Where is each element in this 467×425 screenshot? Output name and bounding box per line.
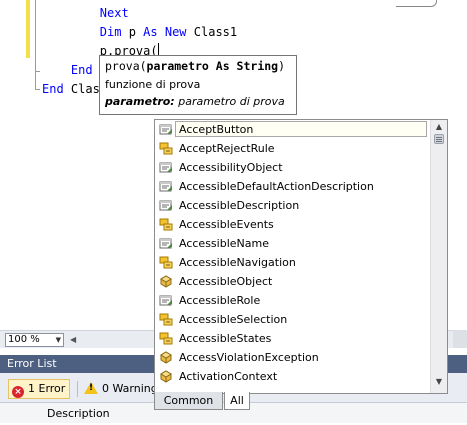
property-icon bbox=[159, 238, 172, 249]
completion-item[interactable]: AcceptButton bbox=[155, 120, 431, 139]
intellisense-completion-list[interactable]: AcceptButton AcceptRejectRule Accessibilit… bbox=[154, 119, 448, 394]
error-icon: × bbox=[12, 386, 24, 398]
completion-item[interactable]: ActivationContext bbox=[155, 367, 431, 386]
code-text: Clas bbox=[63, 82, 100, 96]
tooltip-description: funzione di prova bbox=[105, 78, 201, 91]
class-icon bbox=[160, 370, 172, 383]
chevron-down-icon: ▼ bbox=[55, 336, 61, 344]
scrollbar-corner bbox=[453, 330, 467, 348]
completion-item-label: AccessibleDefaultActionDescription bbox=[179, 180, 374, 193]
warnings-filter-button[interactable]: 0 Warning bbox=[84, 379, 158, 399]
toolbar-separator bbox=[77, 381, 78, 397]
completion-item[interactable]: AccessibleDefaultActionDescription bbox=[155, 177, 431, 196]
completion-item-label: AccessibleStates bbox=[179, 332, 272, 345]
completion-item-label: AccessibleDescription bbox=[179, 199, 300, 212]
outline-fold-end bbox=[35, 89, 40, 90]
completion-item[interactable]: AccessibleEvents bbox=[155, 215, 431, 234]
completion-item-label: AccessibleNavigation bbox=[179, 256, 296, 269]
property-icon bbox=[159, 181, 172, 192]
completion-item-label: AccessibleRole bbox=[179, 294, 261, 307]
tab-all[interactable]: All bbox=[224, 392, 250, 410]
errors-filter-button[interactable]: × 1 Error bbox=[8, 379, 71, 399]
completion-item-label: AccessibleObject bbox=[179, 275, 273, 288]
code-keyword: Next bbox=[99, 6, 129, 20]
scroll-down-icon[interactable]: ▼ bbox=[434, 378, 444, 386]
outline-fold-line bbox=[35, 0, 36, 90]
completion-item[interactable]: AccessibleNavigation bbox=[155, 253, 431, 272]
tooltip-parameter: parametro: parametro di prova bbox=[105, 95, 285, 108]
warning-icon bbox=[84, 382, 98, 394]
class-icon bbox=[160, 275, 172, 288]
completion-item[interactable]: AccessibleObject bbox=[155, 272, 431, 291]
completion-item-label: AcceptButton bbox=[179, 123, 254, 136]
outline-fold-curve bbox=[396, 0, 437, 7]
code-keyword: End bbox=[70, 63, 93, 77]
completion-item[interactable]: AccessibleRole bbox=[155, 291, 431, 310]
scroll-left-icon[interactable]: ◀ bbox=[70, 335, 76, 344]
property-icon bbox=[159, 200, 172, 211]
property-icon bbox=[159, 295, 172, 306]
completion-item[interactable]: AccessibleStates bbox=[155, 329, 431, 348]
completion-item-label: AccessibleEvents bbox=[179, 218, 274, 231]
code-keyword: End bbox=[42, 82, 64, 96]
property-icon bbox=[159, 124, 172, 135]
enum-icon bbox=[159, 218, 173, 231]
completion-items: AcceptButton AcceptRejectRule Accessibilit… bbox=[155, 120, 431, 386]
completion-item[interactable]: AccessibilityObject bbox=[155, 158, 431, 177]
completion-item[interactable]: AcceptRejectRule bbox=[155, 139, 431, 158]
completion-item-label: ActivationContext bbox=[179, 370, 278, 383]
enum-icon bbox=[159, 142, 173, 155]
zoom-combobox[interactable]: 100 % ▼ bbox=[5, 333, 64, 347]
completion-item[interactable]: AccessViolationException bbox=[155, 348, 431, 367]
enum-icon bbox=[159, 256, 173, 269]
enum-icon bbox=[159, 313, 173, 326]
class-icon bbox=[160, 351, 172, 364]
completion-scrollbar[interactable]: ▲ ▼ bbox=[430, 120, 447, 393]
code-keyword: New bbox=[164, 25, 187, 39]
code-keyword: Dim bbox=[99, 25, 122, 39]
completion-item-label: AccessViolationException bbox=[179, 351, 319, 364]
completion-item-label: AcceptRejectRule bbox=[179, 142, 275, 155]
completion-item-label: AccessibleSelection bbox=[179, 313, 288, 326]
code-text: Class1 bbox=[186, 25, 238, 39]
completion-item-label: AccessibleName bbox=[179, 237, 269, 250]
code-keyword: As bbox=[143, 25, 158, 39]
completion-item[interactable]: AccessibleName bbox=[155, 234, 431, 253]
property-icon bbox=[159, 162, 172, 173]
code-text: p bbox=[121, 25, 144, 39]
completion-item-label: AccessibilityObject bbox=[179, 161, 283, 174]
scrollbar-thumb[interactable] bbox=[434, 134, 444, 144]
tab-common[interactable]: Common bbox=[154, 392, 223, 410]
changed-lines-indicator bbox=[26, 0, 30, 58]
code-line[interactable]: Dim p As New Class1 bbox=[42, 23, 237, 42]
code-line[interactable]: Next bbox=[42, 4, 237, 23]
completion-item[interactable]: AccessibleSelection bbox=[155, 310, 431, 329]
parameter-info-tooltip: prova(parametro As String) funzione di p… bbox=[99, 55, 297, 115]
tooltip-signature: prova(parametro As String) bbox=[105, 59, 286, 73]
enum-icon bbox=[159, 332, 173, 345]
scroll-up-icon[interactable]: ▲ bbox=[434, 123, 444, 131]
outline-fold-end bbox=[35, 71, 40, 72]
completion-item[interactable]: AccessibleDescription bbox=[155, 196, 431, 215]
